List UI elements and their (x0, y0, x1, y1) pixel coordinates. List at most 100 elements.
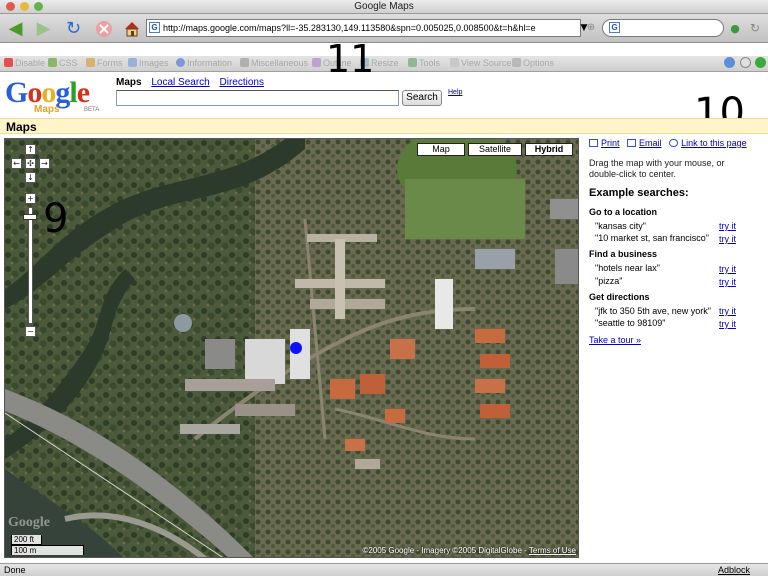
example-query: "seattle to 98109" (595, 318, 666, 328)
group-go-to-location: Go to a location (589, 207, 658, 217)
drag-instructions: Drag the map with your mouse, or double-… (589, 158, 725, 179)
devbar-disable[interactable]: Disable (4, 58, 45, 68)
devbar-css[interactable]: CSS (48, 58, 78, 68)
devbar-view-source[interactable]: View Source (450, 58, 511, 68)
zoom-window-button[interactable] (34, 2, 43, 11)
go-status-icon[interactable] (755, 57, 768, 69)
pan-center-icon[interactable]: ✣ (25, 158, 36, 169)
maps-search-input[interactable] (116, 90, 399, 106)
images-icon (128, 58, 137, 67)
minimize-window-button[interactable] (20, 2, 29, 11)
copyright-text: ©2005 Google - Imagery ©2005 DigitalGlob… (362, 546, 529, 555)
search-go-icon[interactable]: ● (728, 21, 742, 35)
forward-arrow-icon[interactable]: ▶ (32, 17, 55, 40)
reload-icon[interactable]: ↻ (62, 17, 85, 40)
annotation-number-9: 9 (43, 196, 69, 242)
pan-up-icon[interactable]: ↑ (25, 144, 36, 155)
miscellaneous-icon (240, 58, 249, 67)
try-it-link[interactable]: try it (719, 221, 736, 231)
devbar-miscellaneous[interactable]: Miscellaneous (240, 58, 308, 68)
section-title: Maps (6, 120, 37, 134)
map-type-map[interactable]: Map (417, 143, 465, 156)
group-get-directions: Get directions (589, 292, 650, 302)
try-it-link[interactable]: try it (719, 234, 736, 244)
scale-meters: 100 m (11, 545, 84, 555)
zoom-in-icon[interactable]: + (25, 193, 36, 204)
check-icon[interactable] (724, 57, 737, 69)
window-title: Google Maps (354, 1, 414, 12)
take-a-tour-link[interactable]: Take a tour » (589, 335, 641, 345)
zoom-slider-thumb[interactable] (23, 214, 37, 221)
back-arrow-icon[interactable]: ◀ (4, 17, 27, 40)
logo-letter: G (5, 76, 28, 109)
logo-maps-label: Maps (34, 104, 60, 115)
map-viewport[interactable]: Map Satellite Hybrid ↑ ← ✣ → ↓ + − 9 Goo… (4, 138, 579, 558)
info-status-icon[interactable] (740, 57, 753, 69)
outline-icon (312, 58, 321, 67)
print-link[interactable]: Print (601, 138, 620, 148)
devbar-tools[interactable]: Tools (408, 58, 440, 68)
group-find-business: Find a business (589, 249, 658, 259)
print-icon (589, 139, 598, 147)
examples-heading: Example searches: (589, 187, 689, 199)
home-icon[interactable] (120, 17, 143, 40)
disable-icon (4, 58, 13, 67)
activity-spinner-icon: ↻ (749, 21, 761, 35)
navigation-toolbar: ◀ ▶ ↻ G http://maps.google.com/maps?ll=-… (0, 14, 768, 43)
google-watermark: Google (8, 515, 50, 530)
page-actions: Print Email Link to this page (589, 138, 747, 148)
example-query: "kansas city" (595, 221, 646, 231)
map-type-hybrid[interactable]: Hybrid (525, 143, 573, 156)
try-it-link[interactable]: try it (719, 306, 736, 316)
web-developer-toolbar: Disable CSS Forms Images Information Mis… (0, 56, 768, 72)
satellite-imagery[interactable] (5, 139, 579, 558)
adblock-button[interactable]: Adblock (718, 564, 750, 576)
help-link[interactable]: Help (448, 89, 462, 96)
example-query: "hotels near lax" (595, 263, 660, 273)
view-source-icon (450, 58, 459, 67)
annotation-number-11: 11 (326, 37, 375, 81)
section-header-bar: Maps (0, 118, 768, 134)
search-engine-icon[interactable]: G (609, 22, 620, 33)
rss-icon[interactable]: ⊕ (584, 21, 598, 35)
example-query: "pizza" (595, 276, 623, 286)
tab-directions[interactable]: Directions (220, 77, 264, 88)
zoom-out-icon[interactable]: − (25, 326, 36, 337)
try-it-link[interactable]: try it (719, 277, 736, 287)
link-icon (669, 139, 679, 147)
stop-icon[interactable] (92, 17, 115, 40)
email-link[interactable]: Email (639, 138, 662, 148)
logo-beta-label: BETA (84, 107, 100, 113)
status-bar: Done Adblock (0, 563, 768, 576)
location-marker[interactable] (290, 342, 302, 354)
devbar-information[interactable]: Information (176, 58, 232, 68)
terms-of-use-link[interactable]: Terms of Use (529, 546, 576, 555)
example-query: "10 market st, san francisco" (595, 233, 709, 243)
site-favicon-icon: G (149, 22, 160, 33)
logo-letter: e (76, 76, 90, 109)
devbar-images[interactable]: Images (128, 58, 169, 68)
try-it-link[interactable]: try it (719, 319, 736, 329)
tab-maps: Maps (116, 77, 142, 88)
map-copyright: ©2005 Google - Imagery ©2005 DigitalGlob… (362, 546, 576, 555)
tab-local-search[interactable]: Local Search (151, 77, 209, 88)
map-type-satellite[interactable]: Satellite (468, 143, 522, 156)
search-button[interactable]: Search (402, 90, 442, 106)
address-bar[interactable]: G http://maps.google.com/maps?ll=-35.283… (146, 19, 581, 37)
browser-search-field[interactable]: G (602, 19, 724, 37)
try-it-link[interactable]: try it (719, 264, 736, 274)
pan-left-icon[interactable]: ← (11, 158, 22, 169)
link-to-page[interactable]: Link to this page (681, 138, 747, 148)
devbar-forms[interactable]: Forms (86, 58, 123, 68)
window-titlebar: Google Maps (0, 0, 768, 14)
email-icon (627, 139, 637, 147)
pan-down-icon[interactable]: ↓ (25, 172, 36, 183)
search-tabs: Maps Local Search Directions (116, 77, 271, 88)
tools-icon (408, 58, 417, 67)
pan-right-icon[interactable]: → (39, 158, 50, 169)
close-window-button[interactable] (6, 2, 15, 11)
zoom-slider-track[interactable] (28, 207, 33, 324)
forms-icon (86, 58, 95, 67)
information-icon (176, 58, 185, 67)
devbar-options[interactable]: Options (512, 58, 554, 68)
